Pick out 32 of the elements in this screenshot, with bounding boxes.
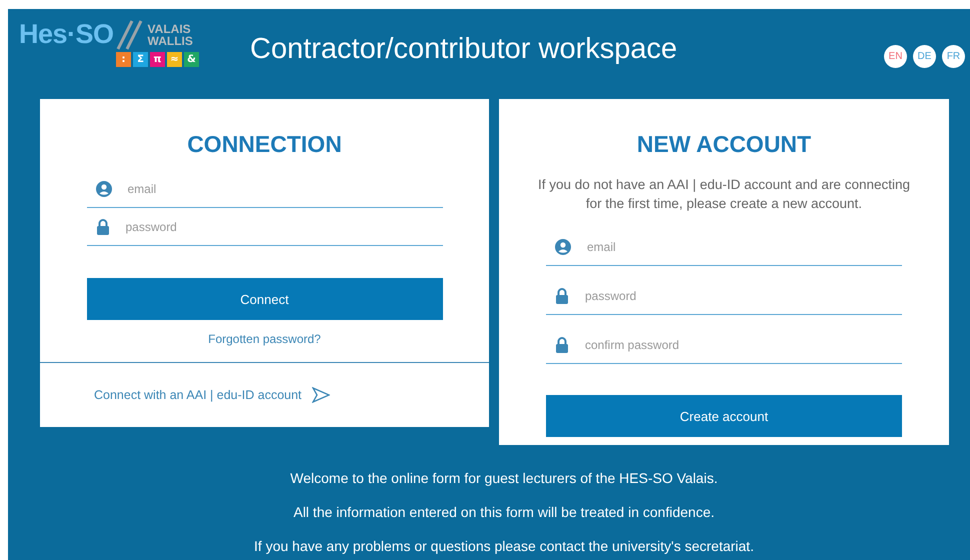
logo-brand: Hes·SO [19,19,114,50]
footer-text: If you have any problems or questions please contact the university's secretariat. [254,537,754,556]
input-field[interactable]: email [126,180,442,196]
language-button[interactable]: DE [913,45,936,68]
logo-tile: Σ [133,52,148,67]
logo-tile: & [184,52,199,67]
footer-text: All the information entered on this form will be treated in confidence. [293,503,714,522]
card-title: CONNECTION [187,131,342,158]
page-title: Contractor/contributor workspace [250,33,678,66]
aai-login-link[interactable]: Connect with an AAI | edu-ID account [94,388,302,402]
language-button[interactable]: FR [942,45,965,68]
input-field[interactable]: email [585,238,902,254]
input-field[interactable]: confirm password [583,336,902,352]
logo-tile: ≈ [167,52,182,67]
lock-icon [555,336,569,352]
footer-text: Welcome to the online form for guest lecturers of the HES-SO Valais. [290,469,718,488]
card-title: NEW ACCOUNT [636,131,812,158]
input-field[interactable]: password [124,218,442,234]
connect-button[interactable]: Connect [86,278,442,320]
user-icon [96,180,112,196]
lock-icon [96,218,110,234]
send-arrow-icon [312,387,330,403]
forgot-password-link[interactable]: Forgotten password? [208,332,321,346]
logo-region: VALAIS WALLIS [148,22,193,46]
logo-tile: π [150,52,165,67]
logo-tile: : [116,52,131,67]
language-button[interactable]: EN [884,45,907,68]
user-icon [555,238,571,254]
create-account-button[interactable]: Create account [546,395,902,437]
description-text: If you do not have an AAI | edu-ID account and are connecting for the first time, please create a new account. [536,176,911,213]
input-field[interactable]: password [583,288,902,304]
lock-icon [555,288,569,304]
